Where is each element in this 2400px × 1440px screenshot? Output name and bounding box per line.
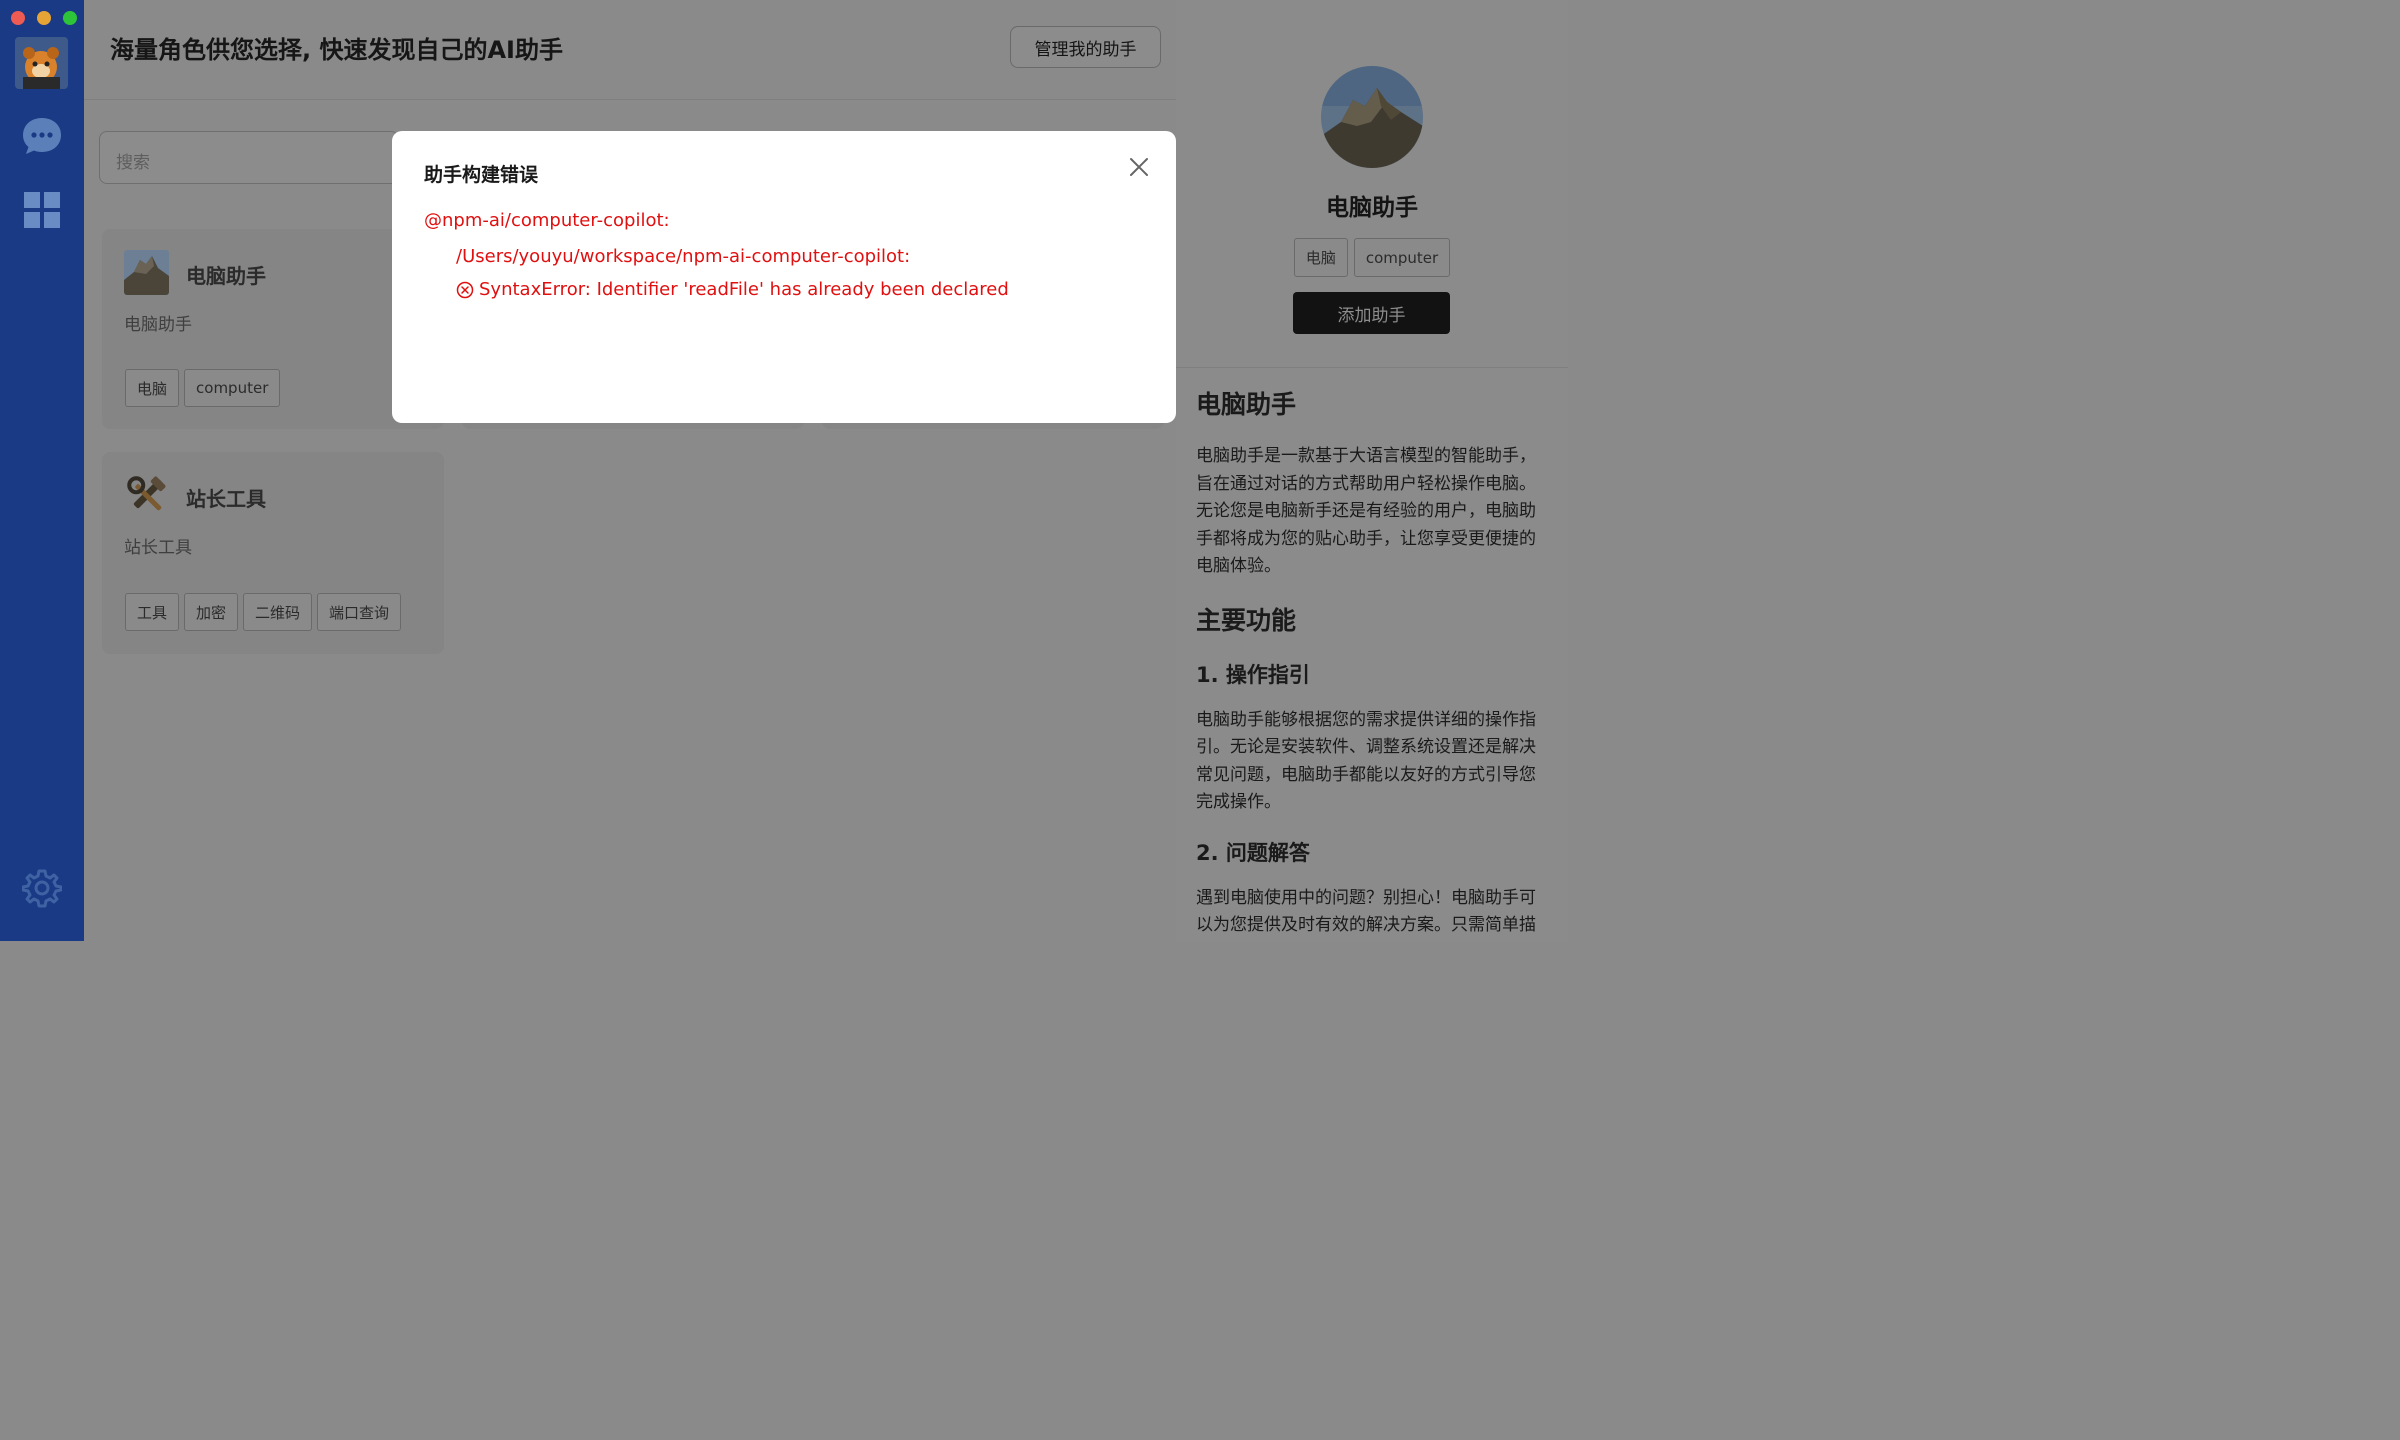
mountain-icon <box>124 250 169 295</box>
assistant-name: 电脑助手 <box>1326 195 1418 221</box>
gear-icon[interactable] <box>21 868 63 908</box>
assistant-card[interactable]: 站长工具 站长工具 工具 加密 二维码 端口查询 <box>102 452 444 654</box>
features-heading: 主要功能 <box>1196 605 1297 635</box>
tag: 二维码 <box>243 593 313 631</box>
manage-assistants-button[interactable]: 管理我的助手 <box>1010 26 1161 68</box>
card-tags: 电脑 computer <box>125 369 281 407</box>
readme-title: 电脑助手 <box>1196 390 1297 419</box>
card-tags: 工具 加密 二维码 端口查询 <box>125 593 402 631</box>
card-title: 站长工具 <box>186 487 266 511</box>
search-placeholder: 搜索 <box>116 153 150 173</box>
close-icon[interactable] <box>1128 156 1150 178</box>
assistant-tags: 电脑 computer <box>1176 238 1568 277</box>
detail-header: 电脑助手 电脑 computer 添加助手 <box>1176 0 1568 368</box>
readme-intro: 电脑助手是一款基于大语言模型的智能助手，旨在通过对话的方式帮助用户轻松操作电脑。… <box>1196 446 1536 576</box>
chat-bubble-icon[interactable] <box>21 116 63 156</box>
card-description: 站长工具 <box>124 538 192 558</box>
tag: 加密 <box>184 593 239 631</box>
grid-icon[interactable] <box>24 192 60 228</box>
window-minimize-button[interactable] <box>37 11 51 25</box>
window-zoom-button[interactable] <box>63 11 77 25</box>
feature-heading: 2. 问题解答 <box>1196 840 1310 865</box>
main-header: 海量角色供您选择, 快速发现自己的AI助手 管理我的助手 <box>84 0 1176 100</box>
error-path: /Users/youyu/workspace/npm-ai-computer-c… <box>456 246 911 267</box>
page-title: 海量角色供您选择, 快速发现自己的AI助手 <box>110 36 563 64</box>
tag: 端口查询 <box>317 593 402 631</box>
assistant-avatar <box>1321 66 1423 168</box>
tag: 工具 <box>125 593 180 631</box>
add-assistant-button[interactable]: 添加助手 <box>1293 292 1450 334</box>
assistant-readme: 电脑助手 电脑助手是一款基于大语言模型的智能助手，旨在通过对话的方式帮助用户轻松… <box>1196 385 1548 941</box>
error-package: @npm-ai/computer-copilot: <box>424 210 670 231</box>
error-circle-icon <box>456 281 474 298</box>
tag: 电脑 <box>1293 238 1348 277</box>
search-input[interactable]: 搜索 <box>99 131 399 184</box>
tag: computer <box>184 369 281 407</box>
modal-title: 助手构建错误 <box>424 164 539 186</box>
error-message-row: SyntaxError: Identifier 'readFile' has a… <box>456 279 1009 300</box>
app-logo <box>15 37 68 89</box>
feature-heading: 1. 操作指引 <box>1196 662 1310 687</box>
tools-icon <box>124 473 169 518</box>
tag: 电脑 <box>125 369 180 407</box>
build-error-modal: 助手构建错误 @npm-ai/computer-copilot: /Users/… <box>392 131 1176 423</box>
assistant-detail-panel: 电脑助手 电脑 computer 添加助手 电脑助手 电脑助手是一款基于大语言模… <box>1176 0 1568 941</box>
card-description: 电脑助手 <box>124 315 192 335</box>
error-message: SyntaxError: Identifier 'readFile' has a… <box>479 279 1009 300</box>
feature-text: 电脑助手能够根据您的需求提供详细的操作指引。无论是安装软件、调整系统设置还是解决… <box>1196 709 1536 813</box>
sidebar <box>0 0 84 941</box>
feature-text: 遇到电脑使用中的问题？别担心！电脑助手可以为您提供及时有效的解决方案。只需简单描… <box>1196 887 1536 936</box>
card-title: 电脑助手 <box>186 264 266 288</box>
window-close-button[interactable] <box>11 11 25 25</box>
tag: computer <box>1353 238 1451 277</box>
